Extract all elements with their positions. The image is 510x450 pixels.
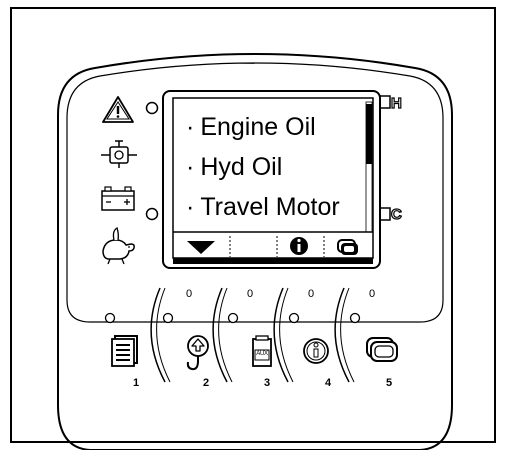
function-button-5[interactable] (356, 328, 406, 378)
led-1 (104, 312, 116, 324)
function-button-4[interactable] (291, 328, 341, 378)
button-number-2: 2 (202, 377, 210, 389)
button-divider-1 (150, 287, 166, 383)
led-label: 0 (368, 288, 376, 300)
function-button-1[interactable] (100, 328, 150, 378)
menu-item-engine-oil[interactable]: · Engine Oil (186, 115, 316, 140)
led-label: 0 (307, 288, 315, 300)
monitor-panel (57, 53, 453, 450)
gauge-cold-label: C (390, 206, 402, 223)
function-button-2[interactable] (172, 328, 222, 378)
engine-oil-pressure-icon (101, 140, 137, 168)
softkey-info-icon (290, 237, 308, 255)
led-label: 0 (185, 288, 193, 300)
led-4 (288, 312, 300, 324)
button-number-5: 5 (385, 377, 393, 389)
button-number-4: 4 (324, 377, 332, 389)
menu-bullet: · (186, 113, 195, 141)
softkey-screen-toggle-icon (337, 239, 358, 255)
battery-icon (101, 186, 135, 211)
gauge-hot-label: H (390, 95, 402, 112)
menu-item-travel-motor[interactable]: · Travel Motor (186, 195, 340, 220)
gauge-bracket-bottom (380, 207, 391, 221)
button-number-1: 1 (132, 377, 140, 389)
bezel-screw-bottom (145, 207, 159, 221)
scrollbar-thumb (366, 104, 372, 164)
menu-bullet: · (186, 193, 195, 221)
rabbit-turtle-speed-icon (102, 227, 135, 265)
warning-triangle-icon (102, 96, 134, 123)
bezel-screw-top (145, 101, 159, 115)
gauge-bracket-top (380, 95, 391, 109)
function-button-3[interactable] (236, 328, 286, 378)
led-label: 0 (246, 288, 254, 300)
led-5 (349, 312, 361, 324)
menu-bullet: · (186, 153, 195, 181)
led-3 (227, 312, 239, 324)
menu-item-hyd-oil[interactable]: · Hyd Oil (186, 155, 282, 180)
led-2 (162, 312, 174, 324)
button-number-3: 3 (263, 377, 271, 389)
